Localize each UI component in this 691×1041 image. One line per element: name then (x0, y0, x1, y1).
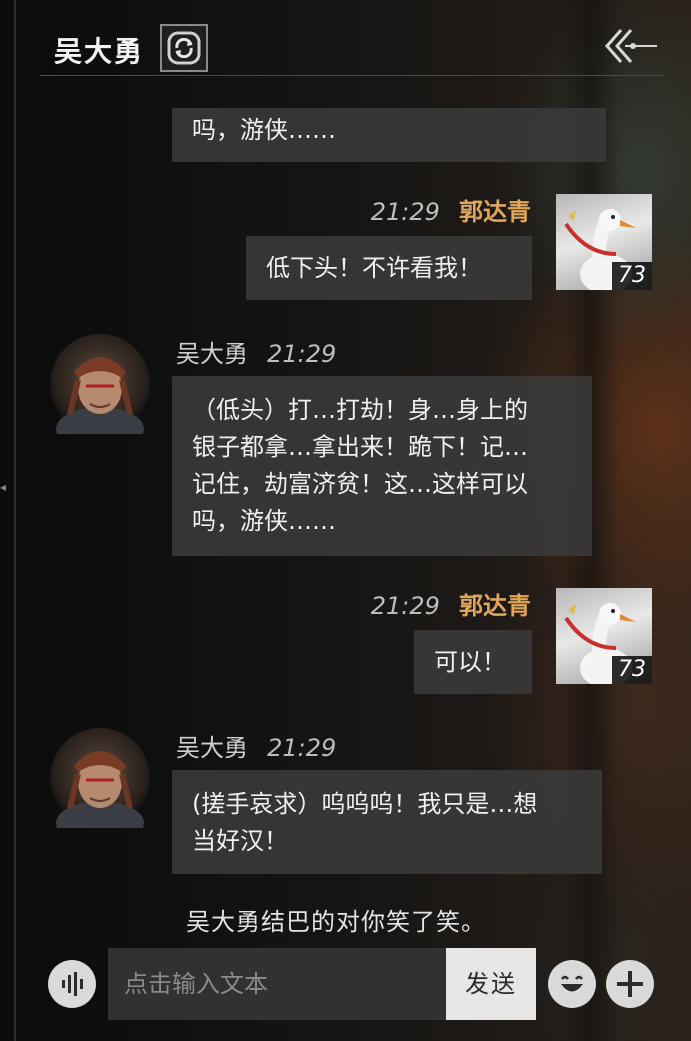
voice-wave-icon (62, 972, 83, 996)
player-avatar[interactable]: 73 (556, 588, 652, 684)
emoji-icon (561, 975, 583, 992)
message-line: 记住，劫富济贫！这…这样可以 (192, 470, 528, 498)
message-time: 21:29 (267, 734, 337, 762)
npc-message-meta: 吴大勇 21:29 (176, 334, 336, 369)
sender-name: 郭达青 (459, 592, 531, 620)
message-text: 低下头！不许看我！ (266, 254, 482, 282)
message-text: 可以！ (434, 648, 506, 676)
system-message: 吴大勇结巴的对你笑了笑。 (186, 908, 486, 936)
own-message-meta: 21:29 郭达青 (371, 586, 531, 621)
npc-portrait-icon (56, 751, 144, 845)
rail-marker-icon: ◂ (0, 480, 7, 494)
message-bubble: (搓手哀求）呜呜呜！我只是…想 当好汉！ (172, 770, 602, 874)
message-bubble: 吗，游侠…… (172, 108, 606, 162)
player-avatar[interactable]: 73 (556, 194, 652, 290)
sender-name: 吴大勇 (176, 734, 248, 762)
message-line: 吗，游侠…… (192, 507, 336, 535)
emoji-button[interactable] (548, 960, 596, 1008)
npc-message-meta: 吴大勇 21:29 (176, 728, 336, 763)
message-bubble: 可以！ (414, 630, 532, 694)
back-arrow-icon (605, 29, 657, 63)
sender-name: 郭达青 (459, 198, 531, 226)
chat-title: 吴大勇 (54, 35, 145, 68)
message-time: 21:29 (370, 592, 440, 620)
plus-icon (617, 971, 643, 997)
own-message-meta: 21:29 郭达青 (371, 192, 531, 227)
more-button[interactable] (606, 960, 654, 1008)
message-line: (搓手哀求）呜呜呜！我只是…想 (192, 790, 538, 818)
message-line: 当好汉！ (192, 827, 288, 855)
message-time: 21:29 (370, 198, 440, 226)
npc-avatar[interactable] (50, 728, 150, 845)
chat-header: 吴大勇 (40, 20, 665, 76)
send-button[interactable]: 发送 (446, 948, 536, 1020)
npc-avatar[interactable] (50, 334, 150, 451)
sender-name: 吴大勇 (176, 340, 248, 368)
message-time: 21:29 (267, 340, 337, 368)
refresh-icon (167, 31, 201, 65)
message-input[interactable] (108, 948, 448, 1020)
refresh-button[interactable] (160, 24, 208, 72)
message-line: 银子都拿…拿出来！跪下！记… (192, 433, 528, 461)
player-level-badge: 73 (612, 262, 652, 290)
left-rail (14, 0, 16, 1041)
message-line: （低头）打…打劫！身…身上的 (192, 396, 528, 424)
back-button[interactable] (603, 26, 659, 66)
message-bubble: （低头）打…打劫！身…身上的 银子都拿…拿出来！跪下！记… 记住，劫富济贫！这…… (172, 376, 592, 556)
npc-portrait-icon (56, 357, 144, 451)
message-text: 吗，游侠…… (192, 116, 336, 144)
player-level-badge: 73 (612, 656, 652, 684)
message-bubble: 低下头！不许看我！ (246, 236, 532, 300)
voice-button[interactable] (48, 960, 96, 1008)
